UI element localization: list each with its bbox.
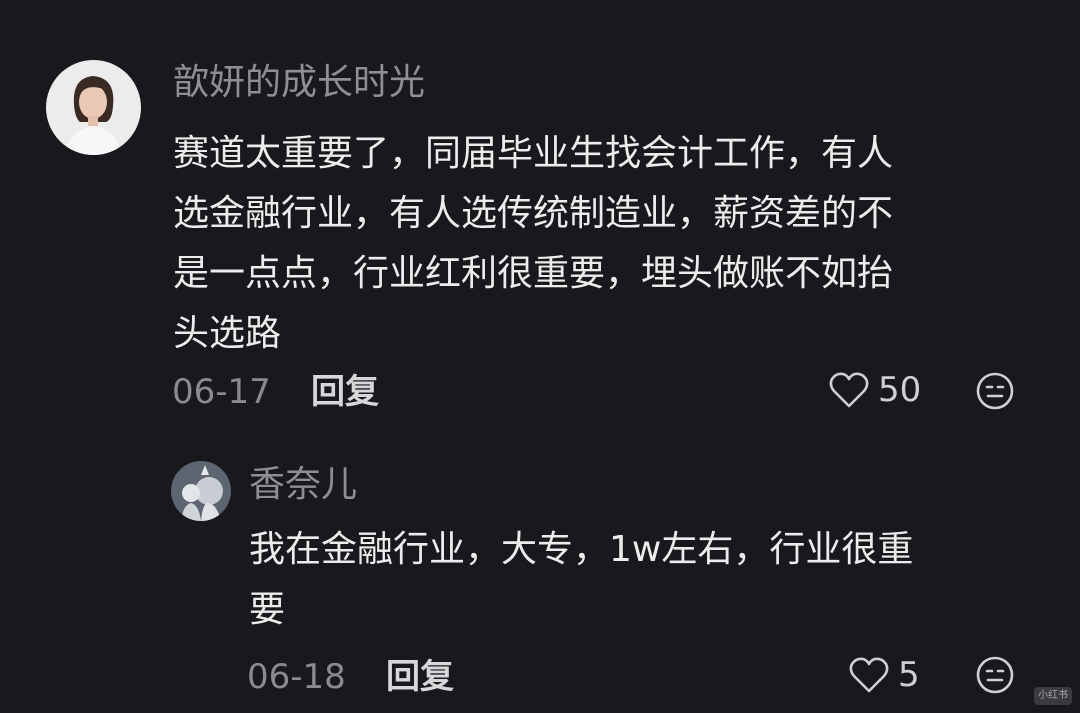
emoji-reaction-button[interactable] xyxy=(975,371,1015,415)
reply-button[interactable]: 回复 xyxy=(311,370,379,414)
avatar-image xyxy=(171,461,231,521)
like-count: 5 xyxy=(898,655,920,695)
comment-text: 赛道太重要了，同届毕业生找会计工作，有人 选金融行业，有人选传统制造业，薪资差的… xyxy=(173,124,1053,364)
reply-text: 我在金融行业，大专，1w左右，行业很重 要 xyxy=(249,520,1049,640)
reply-text-line: 要 xyxy=(249,589,286,630)
like-button[interactable]: 50 xyxy=(828,368,921,412)
comment-date: 06-17 xyxy=(172,372,271,412)
heart-icon xyxy=(849,657,889,693)
neutral-face-icon xyxy=(976,656,1014,694)
comment-username[interactable]: 歆妍的成长时光 xyxy=(173,60,425,106)
neutral-face-icon xyxy=(976,372,1014,410)
reply-avatar[interactable] xyxy=(171,461,231,521)
comment-text-line: 头选路 xyxy=(173,313,282,354)
avatar[interactable] xyxy=(46,60,141,155)
reply-text-line: 我在金融行业，大专，1w左右，行业很重 xyxy=(249,529,914,570)
comment-text-line: 赛道太重要了，同届毕业生找会计工作，有人 xyxy=(173,133,894,174)
heart-icon xyxy=(829,372,869,408)
like-button[interactable]: 5 xyxy=(848,653,920,697)
like-count: 50 xyxy=(878,370,922,410)
comment-text-line: 是一点点，行业红利很重要，埋头做账不如抬 xyxy=(173,253,894,294)
reply-username[interactable]: 香奈儿 xyxy=(249,462,357,508)
comment-text-line: 选金融行业，有人选传统制造业，薪资差的不 xyxy=(173,193,894,234)
reply-button[interactable]: 回复 xyxy=(386,655,454,699)
reply-date: 06-18 xyxy=(247,657,346,697)
emoji-reaction-button[interactable] xyxy=(975,655,1015,699)
watermark: 小红书 xyxy=(1034,687,1072,705)
avatar-image xyxy=(46,60,141,155)
